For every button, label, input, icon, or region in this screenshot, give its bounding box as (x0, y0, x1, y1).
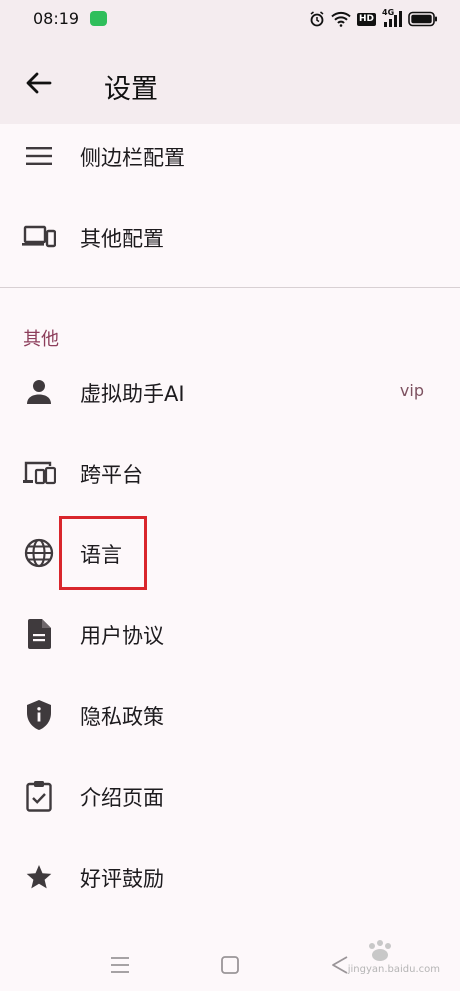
cell-signal-icon: 4G (382, 8, 402, 27)
alarm-icon (310, 11, 324, 27)
square-icon (221, 956, 239, 974)
section-title-other: 其他 (23, 329, 59, 350)
vip-badge: vip (399, 381, 424, 400)
star-icon (22, 862, 56, 892)
section-divider (0, 287, 460, 288)
settings-item-label: 好评鼓励 (80, 867, 164, 891)
hd-badge: HD (356, 12, 376, 26)
nav-home-button[interactable] (215, 950, 245, 980)
status-icons: HD 4G (309, 8, 438, 29)
multi-device-icon (22, 458, 56, 488)
settings-item-label: 隐私政策 (80, 705, 164, 729)
settings-item-privacy-policy[interactable]: 隐私政策 (0, 685, 460, 745)
settings-item-user-agreement[interactable]: 用户协议 (0, 604, 460, 664)
highlight-annotation (59, 516, 147, 590)
settings-item-label: 其他配置 (80, 227, 164, 251)
status-bar: 08:19 HD 4G (0, 0, 460, 38)
arrow-back-icon (26, 72, 52, 94)
page-title: 设置 (104, 74, 158, 105)
settings-item-other-config[interactable]: 其他配置 (0, 207, 460, 267)
message-notification-icon (90, 11, 107, 26)
settings-item-cross-platform[interactable]: 跨平台 (0, 443, 460, 503)
wifi-icon (331, 11, 351, 27)
watermark-text: jingyan.baidu.com (347, 964, 440, 975)
settings-item-intro-page[interactable]: 介绍页面 (0, 766, 460, 826)
settings-item-label: 跨平台 (80, 463, 143, 487)
app-bar: 设置 (0, 38, 460, 124)
paw-logo-icon (369, 940, 391, 961)
status-time: 08:19 (33, 9, 80, 28)
clipboard-check-icon (22, 781, 56, 812)
settings-item-label: 用户协议 (80, 624, 164, 648)
person-icon (22, 377, 56, 407)
settings-item-rate-us[interactable]: 好评鼓励 (0, 847, 460, 907)
back-button[interactable] (22, 68, 56, 98)
settings-item-label: 侧边栏配置 (80, 146, 185, 170)
settings-item-virtual-assistant[interactable]: 虚拟助手AI vip (0, 362, 460, 422)
battery-icon (408, 11, 437, 27)
nav-menu-button[interactable] (105, 950, 135, 980)
devices-icon (22, 222, 56, 252)
menu-icon (22, 141, 56, 171)
globe-icon (22, 538, 56, 568)
shield-icon (22, 700, 56, 730)
settings-item-label: 虚拟助手AI (80, 382, 185, 406)
document-icon (22, 619, 56, 649)
menu-lines-icon (111, 957, 129, 973)
watermark-logo: jingyan.baidu.com (340, 940, 440, 980)
settings-item-sidebar-config[interactable]: 侧边栏配置 (0, 126, 460, 186)
settings-item-label: 介绍页面 (80, 786, 164, 810)
